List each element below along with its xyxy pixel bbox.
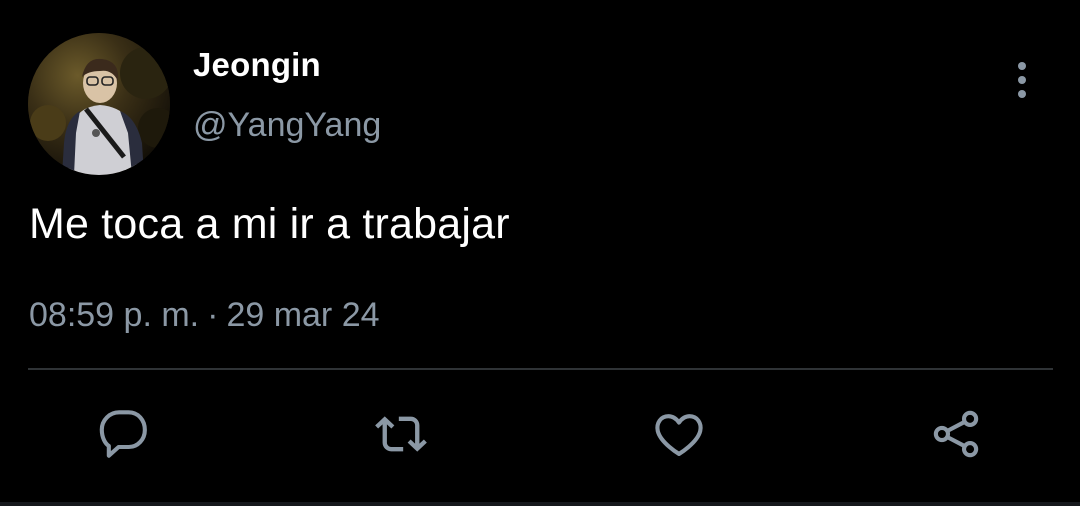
more-dots-icon — [1018, 62, 1026, 70]
avatar-photo — [28, 33, 170, 175]
more-options-button[interactable] — [1006, 58, 1038, 102]
share-icon — [933, 410, 979, 458]
author-handle[interactable]: @YangYang — [193, 106, 381, 145]
like-icon — [655, 414, 703, 456]
like-button[interactable] — [649, 404, 709, 464]
divider — [28, 368, 1053, 370]
author-display-name[interactable]: Jeongin — [193, 46, 321, 84]
tweet-card: Jeongin @YangYang Me toca a mi ir a trab… — [0, 0, 1080, 506]
tweet-date: 29 mar 24 — [226, 296, 380, 334]
bottom-divider — [0, 502, 1080, 506]
retweet-button[interactable] — [371, 404, 431, 464]
retweet-icon — [375, 416, 427, 452]
tweet-text: Me toca a mi ir a trabajar — [29, 200, 510, 248]
reply-icon — [99, 410, 147, 458]
more-dots-icon — [1018, 90, 1026, 98]
timestamp-separator: · — [207, 296, 219, 334]
reply-button[interactable] — [94, 404, 154, 464]
tweet-timestamp[interactable]: 08:59 p. m. · 29 mar 24 — [29, 296, 380, 335]
more-dots-icon — [1018, 76, 1026, 84]
action-bar — [0, 404, 1080, 464]
share-button[interactable] — [926, 404, 986, 464]
tweet-time: 08:59 p. m. — [29, 296, 200, 334]
avatar[interactable] — [28, 33, 170, 175]
